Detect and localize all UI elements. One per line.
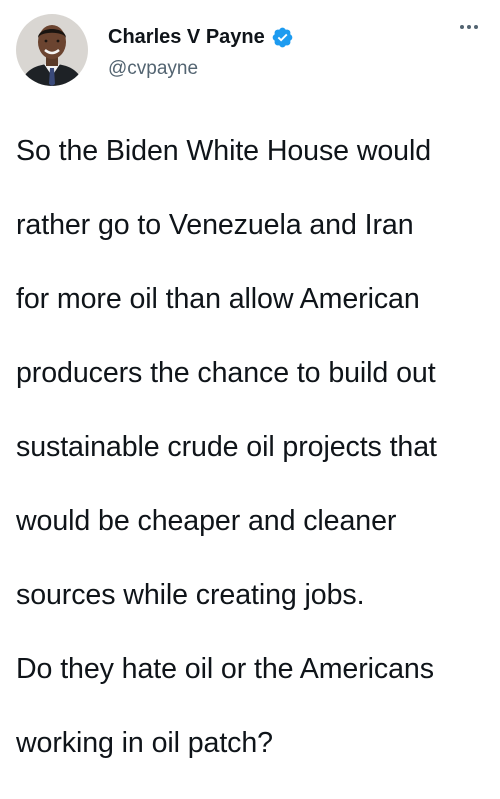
author-handle[interactable]: @cvpayne — [108, 58, 428, 80]
more-horizontal-icon[interactable] — [454, 16, 484, 38]
tweet-header: Charles V Payne @cvpayne — [16, 14, 486, 94]
tweet-text-line: producers the chance to build out — [16, 357, 436, 389]
tweet-text: So the Biden White House would rather go… — [16, 96, 496, 799]
tweet-text-line: Do they hate oil or the Americans — [16, 653, 434, 685]
tweet-text-line: So the Biden White House would — [16, 135, 432, 167]
avatar[interactable] — [16, 14, 88, 86]
tweet-text-line: sustainable crude oil projects that — [16, 431, 437, 463]
author-display-name[interactable]: Charles V Payne — [108, 26, 265, 49]
tweet-text-line: rather go to Venezuela and Iran — [16, 209, 414, 241]
author-identity: Charles V Payne @cvpayne — [108, 22, 428, 80]
more-dot — [467, 25, 471, 29]
more-dot — [460, 25, 464, 29]
tweet-text-line: would be cheaper and cleaner — [16, 505, 397, 537]
tweet-card: Charles V Payne @cvpayne So the Biden Wh… — [0, 0, 500, 759]
tweet-text-line: for more oil than allow American — [16, 283, 420, 315]
avatar-image — [16, 14, 88, 86]
tweet-text-line: sources while creating jobs. — [16, 579, 365, 611]
verified-badge-icon — [271, 26, 294, 49]
name-row: Charles V Payne — [108, 22, 428, 52]
more-dot — [474, 25, 478, 29]
tweet-text-line: working in oil patch? — [16, 727, 273, 759]
